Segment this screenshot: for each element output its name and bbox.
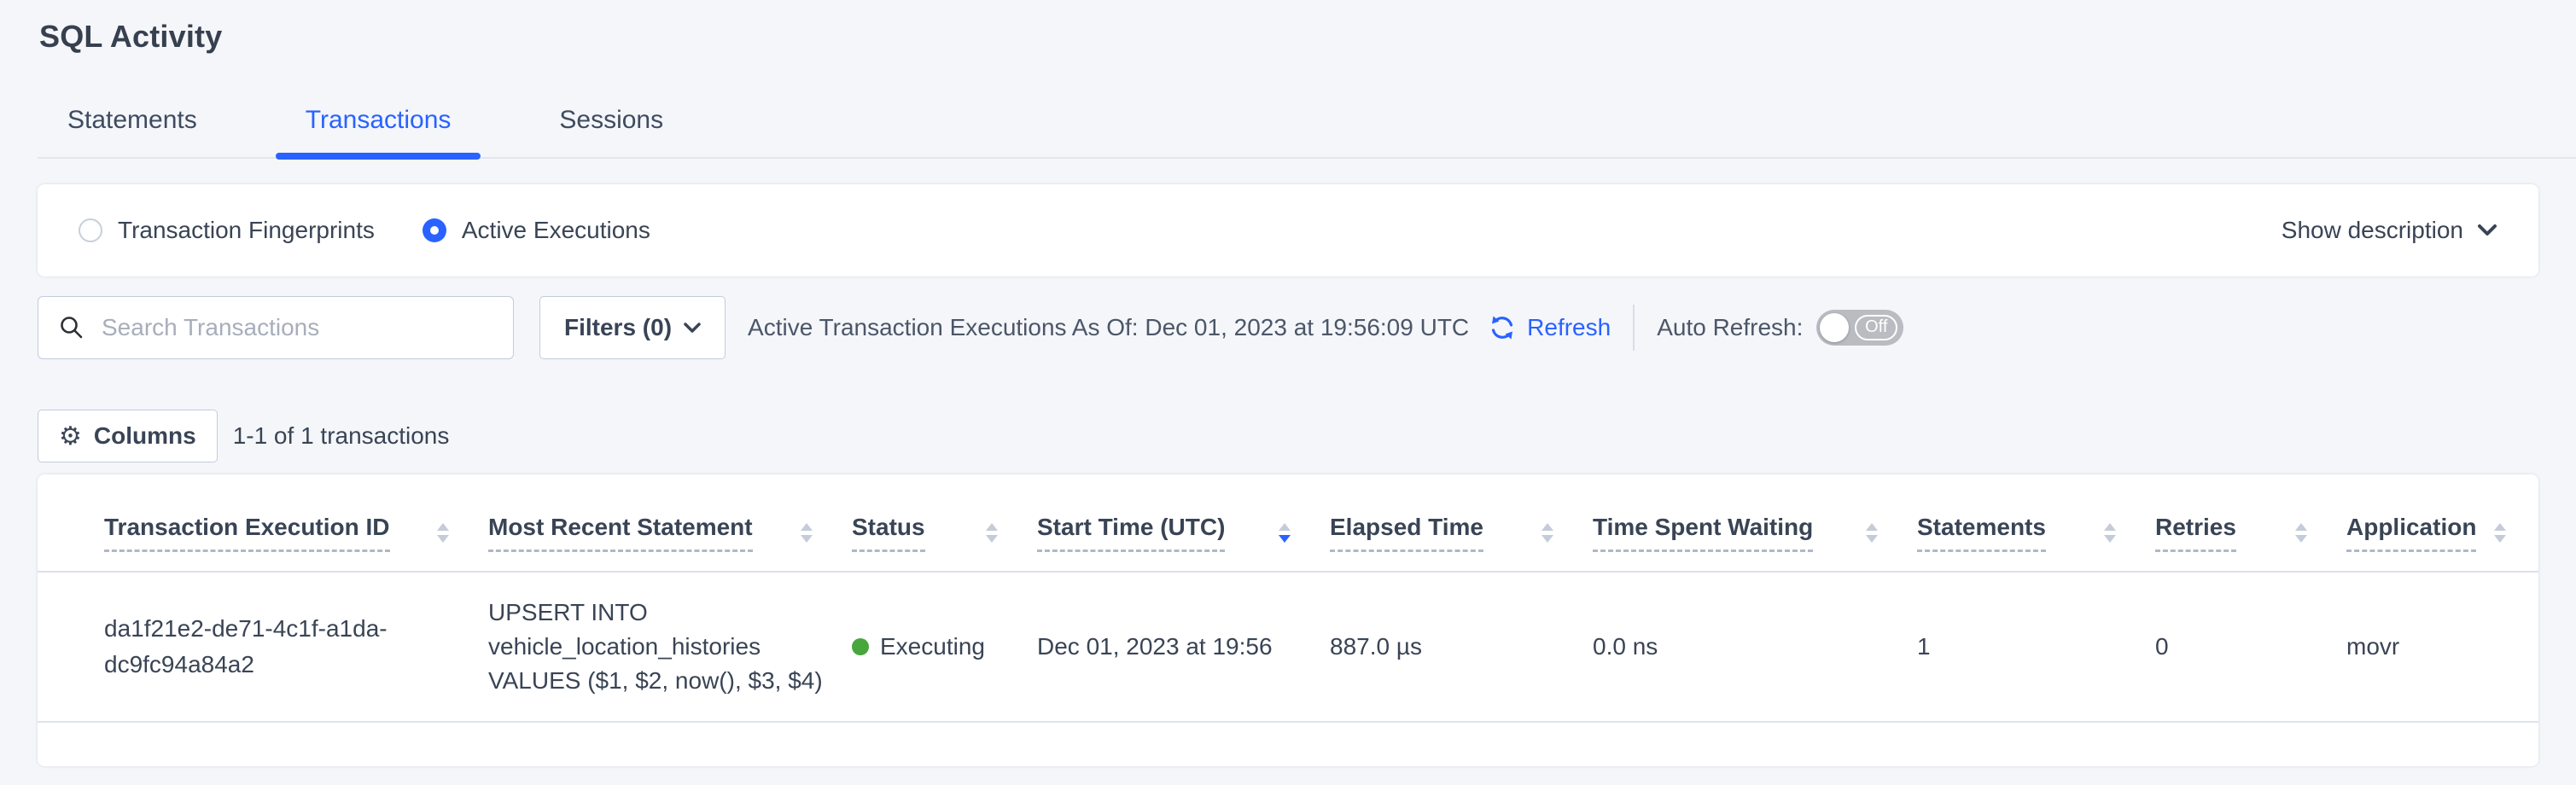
radio-unselected-icon[interactable] [79,218,102,242]
column-header-statements[interactable]: Statements [1917,514,2155,552]
table-row[interactable]: da1f21e2-de71-4c1f-a1da-dc9fc94a84a2 UPS… [38,572,2538,722]
sort-icon-active-desc[interactable] [1279,523,1291,543]
chevron-down-icon [2477,224,2497,237]
radio-label: Transaction Fingerprints [118,217,375,244]
sort-icon[interactable] [986,523,998,543]
toolbar: Filters (0) Active Transaction Execution… [38,295,2538,360]
filters-button[interactable]: Filters (0) [539,296,726,359]
transactions-table: Transaction Execution ID Most Recent Sta… [38,474,2538,723]
cell-start-time: Dec 01, 2023 at 19:56 [1037,572,1330,722]
radio-transaction-fingerprints[interactable]: Transaction Fingerprints [79,217,375,244]
column-header-elapsed-time[interactable]: Elapsed Time [1330,514,1593,552]
cell-most-recent-statement: UPSERT INTO vehicle_location_histories V… [488,572,852,722]
sort-icon[interactable] [2295,523,2307,543]
refresh-button[interactable]: Refresh [1488,313,1611,342]
sort-icon[interactable] [801,523,813,543]
cell-time-spent-waiting: 0.0 ns [1593,572,1917,722]
show-description-label: Show description [2282,217,2463,244]
gear-icon: ⚙ [59,422,82,451]
chevron-down-icon [684,323,701,334]
column-header-application[interactable]: Application [2346,514,2538,552]
auto-refresh-label: Auto Refresh: [1657,314,1803,341]
radio-active-executions[interactable]: Active Executions [423,217,650,244]
as-of-timestamp: Active Transaction Executions As Of: Dec… [748,314,1469,341]
column-header-time-spent-waiting[interactable]: Time Spent Waiting [1593,514,1917,552]
column-header-status[interactable]: Status [852,514,1037,552]
sort-icon[interactable] [437,523,449,543]
transactions-table-card: Transaction Execution ID Most Recent Sta… [38,474,2538,766]
table-header-row: Transaction Execution ID Most Recent Sta… [38,474,2538,572]
search-input[interactable] [102,314,496,341]
refresh-icon [1488,313,1517,342]
search-icon [59,315,85,340]
radio-label: Active Executions [462,217,650,244]
column-header-retries[interactable]: Retries [2155,514,2346,552]
tab-bar: Statements Transactions Sessions [38,94,2576,159]
status-dot-icon [852,638,869,655]
search-box[interactable] [38,296,514,359]
status-badge: Executing [880,633,985,660]
radio-selected-icon[interactable] [423,218,446,242]
columns-label: Columns [94,422,196,450]
cell-retries: 0 [2155,572,2346,722]
cell-elapsed-time: 887.0 µs [1330,572,1593,722]
result-count: 1-1 of 1 transactions [233,422,450,450]
divider [1633,305,1635,351]
page-title: SQL Activity [0,0,2576,55]
columns-button[interactable]: ⚙ Columns [38,410,218,462]
auto-refresh-toggle[interactable]: Off [1816,310,1903,346]
sql-activity-page: SQL Activity Statements Transactions Ses… [0,0,2576,785]
column-header-start-time[interactable]: Start Time (UTC) [1037,514,1330,552]
sort-icon[interactable] [1866,523,1878,543]
sort-icon[interactable] [2494,523,2506,543]
column-header-transaction-execution-id[interactable]: Transaction Execution ID [104,514,488,552]
cell-status: Executing [852,572,1037,722]
cell-transaction-execution-id: da1f21e2-de71-4c1f-a1da-dc9fc94a84a2 [38,572,488,722]
tab-sessions[interactable]: Sessions [529,94,693,157]
show-description-toggle[interactable]: Show description [2282,217,2497,244]
toggle-state-label: Off [1855,315,1897,340]
cell-statements: 1 [1917,572,2155,722]
filters-label: Filters (0) [564,314,672,341]
sort-icon[interactable] [1542,523,1553,543]
column-header-most-recent-statement[interactable]: Most Recent Statement [488,514,852,552]
refresh-label: Refresh [1527,314,1611,341]
tab-statements[interactable]: Statements [38,94,227,157]
tab-transactions[interactable]: Transactions [276,94,481,157]
sort-icon[interactable] [2104,523,2116,543]
toggle-knob[interactable] [1820,313,1849,342]
cell-application: movr [2346,572,2538,722]
view-options-card: Transaction Fingerprints Active Executio… [38,184,2538,276]
table-controls: ⚙ Columns 1-1 of 1 transactions [38,410,2538,462]
